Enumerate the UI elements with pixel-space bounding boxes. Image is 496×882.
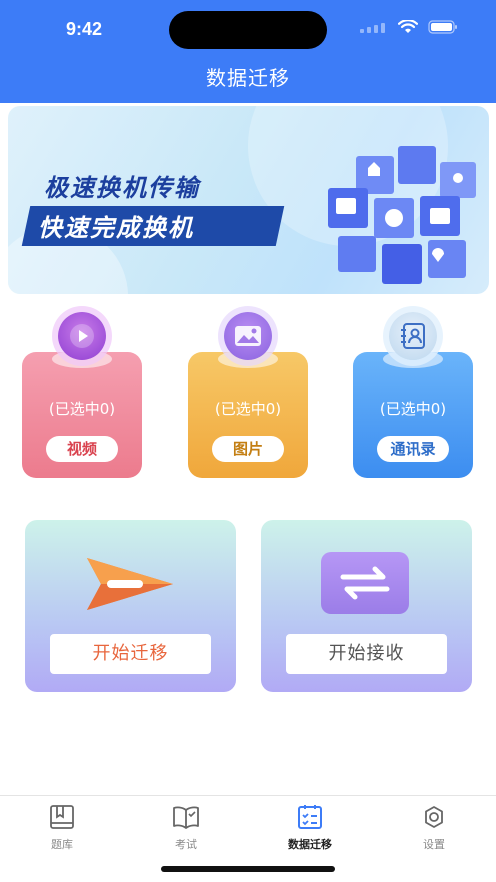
- app-header: 9:42 数据迁移: [0, 0, 496, 103]
- open-book-icon: [173, 806, 199, 829]
- start-migrate-button[interactable]: 开始迁移: [50, 634, 211, 674]
- category-label-video[interactable]: 视频: [46, 436, 118, 462]
- status-icons: [360, 20, 458, 34]
- book-icon: [50, 805, 74, 829]
- receive-card[interactable]: 开始接收: [261, 520, 472, 692]
- category-card-image[interactable]: (已选中0) 图片: [188, 312, 308, 478]
- category-card-video[interactable]: (已选中0) 视频: [22, 312, 142, 478]
- category-card-contacts[interactable]: (已选中0) 通讯录: [353, 312, 473, 478]
- category-label-image[interactable]: 图片: [212, 436, 284, 462]
- dynamic-island: [169, 11, 327, 49]
- signal-icon: [360, 21, 388, 33]
- tab-label: 设置: [423, 838, 445, 851]
- cube-illustration-icon: [328, 146, 476, 284]
- status-time: 9:42: [66, 19, 103, 39]
- tab-label: 考试: [175, 838, 197, 851]
- paper-plane-icon: [87, 558, 173, 610]
- image-icon: [224, 312, 272, 360]
- banner-subheadline: 快速完成换机: [38, 214, 194, 242]
- checklist-icon: [298, 805, 322, 829]
- status-bar: 9:42: [0, 0, 496, 54]
- category-label-contacts[interactable]: 通讯录: [377, 436, 449, 462]
- selected-count: (已选中0): [379, 400, 447, 418]
- migrate-card[interactable]: 开始迁移: [25, 520, 236, 692]
- selected-count: (已选中0): [214, 400, 282, 418]
- tab-exam[interactable]: 考试: [146, 804, 226, 854]
- promo-banner[interactable]: 极速换机传输 快速完成换机: [8, 106, 489, 294]
- contacts-icon: [389, 312, 437, 360]
- tab-label: 题库: [51, 838, 73, 851]
- banner-headline: 极速换机传输: [44, 174, 200, 202]
- tab-settings[interactable]: 设置: [394, 804, 474, 854]
- swap-arrows-icon: [321, 552, 409, 614]
- home-indicator: [161, 866, 335, 872]
- tab-label: 数据迁移: [288, 838, 332, 851]
- tab-data-migration[interactable]: 数据迁移: [270, 804, 350, 854]
- battery-icon: [428, 20, 458, 34]
- page-title: 数据迁移: [206, 66, 290, 90]
- tab-question-bank[interactable]: 题库: [22, 804, 102, 854]
- selected-count: (已选中0): [48, 400, 116, 418]
- wifi-icon: [398, 20, 418, 34]
- start-receive-button[interactable]: 开始接收: [286, 634, 447, 674]
- gear-icon: [425, 806, 443, 828]
- play-icon: [58, 312, 106, 360]
